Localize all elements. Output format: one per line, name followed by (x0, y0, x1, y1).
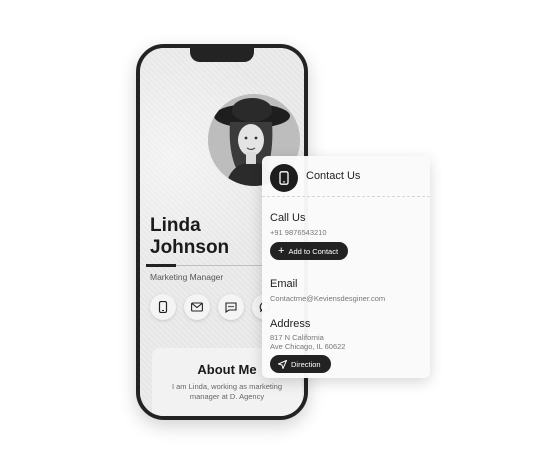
address-line-2: Ave Chicago, IL 60622 (270, 342, 346, 351)
contact-card-title: Contact Us (306, 170, 361, 182)
phone-button[interactable] (150, 294, 176, 320)
add-to-contact-label: Add to Contact (288, 246, 339, 256)
plus-icon: + (278, 244, 285, 257)
contact-card: Contact Us Call Us +91 9876543210 + Add … (262, 156, 430, 378)
direction-label: Direction (291, 359, 321, 369)
phone-icon (158, 301, 168, 313)
add-to-contact-button[interactable]: + Add to Contact (270, 242, 349, 260)
navigation-arrow-icon (278, 359, 287, 369)
profile-first-name: Linda (150, 215, 201, 236)
message-button[interactable] (218, 294, 244, 320)
profile-role: Marketing Manager (150, 272, 224, 282)
call-us-title: Call Us (270, 212, 306, 224)
direction-button[interactable]: Direction (270, 355, 331, 373)
contact-icon-badge (270, 164, 298, 192)
phone-icon (279, 171, 289, 185)
about-text: I am Linda, working as marketing manager… (171, 382, 283, 401)
phone-number: +91 9876543210 (270, 228, 327, 237)
social-icons-row (150, 294, 278, 320)
profile-last-name: Johnson (150, 237, 230, 258)
email-title: Email (270, 278, 298, 290)
contact-card-header: Contact Us (262, 156, 430, 197)
phone-notch (190, 48, 254, 62)
profile-name: Linda Johnson (150, 215, 229, 259)
message-icon (225, 301, 237, 313)
name-underline (146, 264, 176, 267)
mail-button[interactable] (184, 294, 210, 320)
mail-icon (191, 302, 203, 312)
email-address[interactable]: Contactme@Keviensdesginer.com (270, 294, 385, 304)
address-title: Address (270, 318, 311, 330)
